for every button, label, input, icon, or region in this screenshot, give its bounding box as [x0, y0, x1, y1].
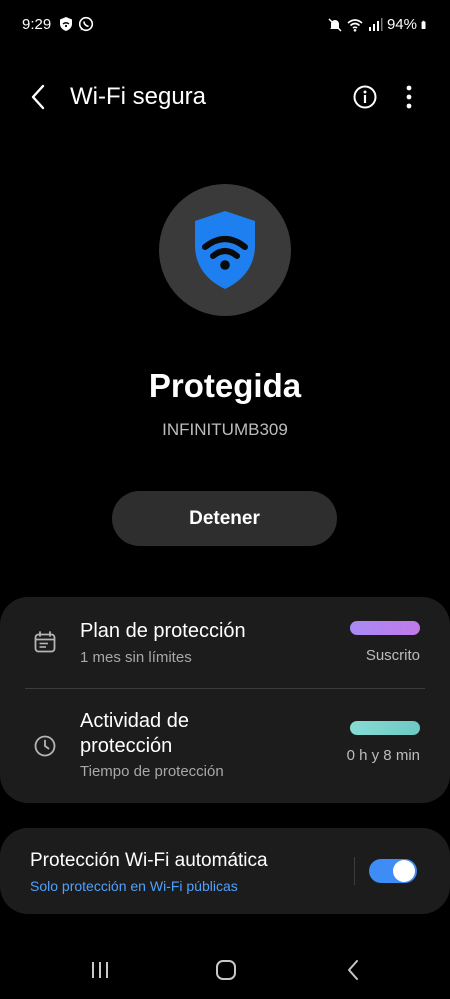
- calendar-icon: [34, 631, 56, 653]
- recents-button[interactable]: [85, 957, 115, 983]
- network-name: INFINITUMB309: [162, 420, 288, 439]
- auto-protection-card[interactable]: Protección Wi-Fi automática Solo protecc…: [0, 828, 450, 914]
- info-button[interactable]: [350, 82, 380, 112]
- battery-icon: [421, 20, 426, 29]
- system-nav-bar: [0, 945, 450, 995]
- plan-title: Plan de protección: [80, 620, 246, 642]
- plan-subtitle: 1 mes sin límites: [80, 649, 192, 666]
- wifi-icon: [347, 18, 363, 32]
- nav-back-icon: [348, 960, 358, 980]
- back-chevron-icon: [31, 84, 45, 110]
- activity-row[interactable]: Actividad de protección Tiempo de protec…: [0, 689, 450, 803]
- activity-subtitle: Tiempo de protección: [80, 763, 224, 780]
- shield-wifi-icon: [195, 211, 255, 289]
- stop-button[interactable]: Detener: [112, 491, 337, 546]
- more-options-button[interactable]: [394, 82, 424, 112]
- status-time: 9:29: [22, 16, 52, 33]
- vertical-divider: [354, 857, 355, 885]
- info-icon: [353, 85, 377, 109]
- home-icon: [216, 960, 236, 980]
- nav-back-button[interactable]: [338, 957, 368, 983]
- signal-icon: [368, 17, 383, 31]
- clock-icon: [34, 735, 56, 757]
- protection-status: Protegida: [148, 367, 302, 404]
- status-bar: 9:29 94%: [0, 0, 450, 50]
- auto-protection-subtitle: Solo protección en Wi-Fi públicas: [30, 878, 238, 894]
- status-right: 94%: [327, 16, 430, 33]
- more-vertical-icon: [406, 85, 412, 109]
- status-left-icons: [58, 16, 94, 32]
- plan-value: Suscrito: [365, 647, 420, 664]
- plan-row[interactable]: Plan de protección 1 mes sin límites Sus…: [0, 597, 450, 688]
- activity-title-line2: protección: [80, 735, 173, 757]
- toggle-knob: [393, 860, 415, 882]
- activity-title-line1: Actividad de: [80, 710, 189, 732]
- back-button[interactable]: [24, 82, 54, 112]
- shield-icon: [60, 17, 72, 31]
- shield-badge: [159, 184, 291, 316]
- recents-icon: [92, 962, 108, 978]
- protection-card: Plan de protección 1 mes sin límites Sus…: [0, 597, 450, 803]
- app-header: Wi-Fi segura: [0, 72, 450, 122]
- home-button[interactable]: [211, 957, 241, 983]
- whatsapp-icon: [78, 16, 94, 32]
- page-title: Wi-Fi segura: [70, 83, 207, 110]
- mute-icon: [328, 17, 342, 32]
- plan-status-bar: [350, 621, 420, 635]
- activity-value: 0 h y 8 min: [346, 747, 420, 764]
- auto-protection-toggle[interactable]: [369, 859, 417, 883]
- activity-status-bar: [350, 721, 420, 735]
- battery-text: 94%: [386, 16, 417, 33]
- auto-protection-title: Protección Wi-Fi automática: [30, 850, 268, 871]
